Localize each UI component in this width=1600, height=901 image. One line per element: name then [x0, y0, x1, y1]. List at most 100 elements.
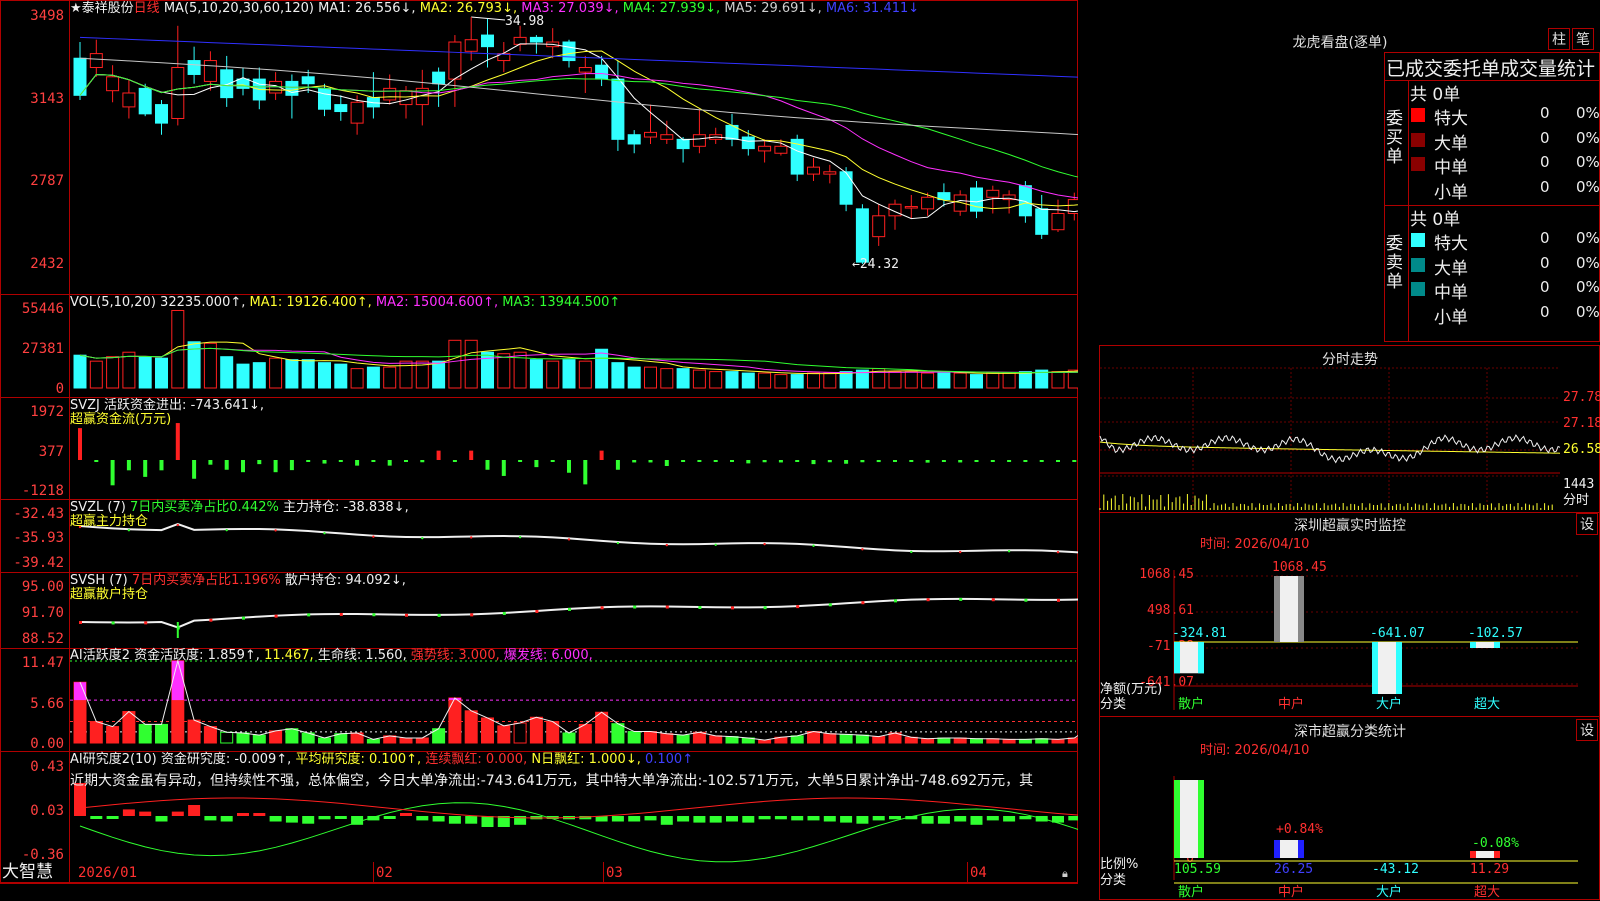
y-tick: 55446	[21, 301, 64, 317]
flow-bar-out	[387, 460, 392, 466]
candle-up	[823, 171, 837, 175]
research-bar-neg	[856, 816, 869, 824]
flow-bar-out	[632, 460, 637, 463]
volume-bar-down	[562, 359, 576, 389]
y-tick: 1972	[30, 404, 64, 420]
flow-bar-in	[436, 450, 441, 460]
ai1-v3: 1.560,	[365, 648, 407, 663]
classify-category: 超大	[1474, 885, 1501, 900]
flow-bar-out	[452, 460, 457, 462]
holding-tick	[144, 621, 148, 625]
flow-bar-out	[110, 460, 115, 486]
flow-bar-out	[534, 460, 539, 468]
candle-down	[138, 87, 152, 115]
research-bar-neg	[416, 816, 429, 821]
y-tick: -32.43	[13, 506, 64, 522]
volume-bar-up	[953, 372, 967, 389]
holding-dot	[518, 535, 522, 539]
flow-bar-out	[713, 460, 718, 462]
research-bar-neg	[807, 816, 820, 821]
ai1-v2: 11.467,	[264, 648, 314, 663]
volume-bar-up	[546, 360, 560, 389]
volume-bar-down	[366, 366, 380, 389]
volume-bar-up	[660, 368, 674, 389]
research-bar-neg	[937, 816, 950, 824]
research-line	[79, 802, 1078, 863]
candle-up	[807, 166, 820, 175]
research-bar-neg	[872, 816, 885, 821]
svsh-label: 7日内买卖净占比1.196%	[131, 573, 281, 588]
volume-bar-down	[318, 362, 331, 389]
research-bar-neg	[155, 816, 168, 822]
activity-bar	[790, 735, 804, 744]
svzl-subtitle: 超赢主力持仓	[70, 514, 149, 529]
monitor-value-label: 1068.45	[1272, 560, 1327, 575]
volume-bar-down	[627, 366, 641, 389]
volume-bar-up	[888, 371, 902, 389]
research-bar-pos	[139, 811, 152, 816]
app-logo: 大智慧	[2, 862, 53, 882]
volume-bar-up	[464, 339, 478, 389]
candle-down	[855, 208, 869, 263]
research-bar-neg	[742, 816, 755, 823]
ai1-label2: 生命线:	[317, 648, 362, 663]
flow-bar-in	[469, 450, 474, 460]
activity-bar	[1051, 738, 1065, 744]
monitor-bar-edge	[1274, 576, 1280, 642]
y-tick: 377	[38, 444, 64, 460]
volume-bar-down	[676, 368, 690, 389]
research-bar-neg	[611, 816, 624, 822]
y-tick: -0.36	[21, 847, 64, 863]
research-bar-neg	[660, 816, 673, 825]
flow-bar-out	[404, 460, 408, 462]
svsh-label2: 散户持仓:	[284, 573, 342, 588]
holding-tick	[568, 607, 571, 611]
holding-tick	[665, 605, 669, 609]
activity-bar	[513, 722, 527, 744]
period-label[interactable]: 日线	[134, 1, 160, 16]
research-bar-neg	[285, 816, 298, 823]
research-bar-neg	[448, 816, 461, 824]
research-bar-neg	[693, 816, 706, 823]
star-icon[interactable]: ★	[70, 1, 82, 16]
research-bar-neg	[677, 816, 690, 822]
volume-bar-down	[611, 362, 625, 389]
main-holding-line	[79, 522, 1078, 554]
holding-tick	[470, 613, 474, 617]
research-bar-neg	[644, 816, 657, 821]
holding-dot	[176, 523, 179, 527]
candle-up	[1051, 212, 1065, 231]
holding-dot	[274, 529, 277, 532]
flow-bar-out	[371, 460, 376, 462]
candle-up	[448, 41, 462, 80]
research-bar-neg	[90, 816, 103, 819]
candle-down	[529, 36, 543, 43]
volume-bar-down	[334, 363, 348, 389]
holding-dot	[665, 543, 668, 547]
lock-icon[interactable]: 🔒︎	[1062, 866, 1068, 881]
candle-up	[904, 206, 918, 209]
candle-down	[595, 64, 609, 80]
research-bar-neg	[302, 816, 315, 824]
holding-dot	[1056, 550, 1060, 554]
y-tick: 0.43	[30, 759, 64, 775]
research-bar-neg	[726, 816, 738, 822]
activity-bar	[203, 726, 217, 744]
ai1-name: AI活跃度2	[70, 648, 130, 663]
volume-bar-down	[252, 362, 266, 389]
holding-dot	[714, 543, 717, 546]
holding-tick	[926, 598, 930, 602]
monitor-bar-edge	[1372, 642, 1378, 694]
activity-bar	[269, 730, 283, 744]
volume-bar-down	[790, 374, 804, 389]
monitor-category: 中户	[1278, 697, 1305, 712]
flow-bar-out	[257, 460, 262, 465]
svsh-subtitle: 超赢散户持仓	[70, 587, 149, 602]
holding-tick	[209, 618, 213, 622]
monitor-bar-edge	[1396, 642, 1402, 694]
flow-bar-out	[1023, 460, 1028, 462]
activity-bar	[529, 716, 543, 744]
activity-bar	[89, 721, 103, 744]
activity-bar	[464, 710, 478, 744]
candle-up	[692, 134, 706, 147]
